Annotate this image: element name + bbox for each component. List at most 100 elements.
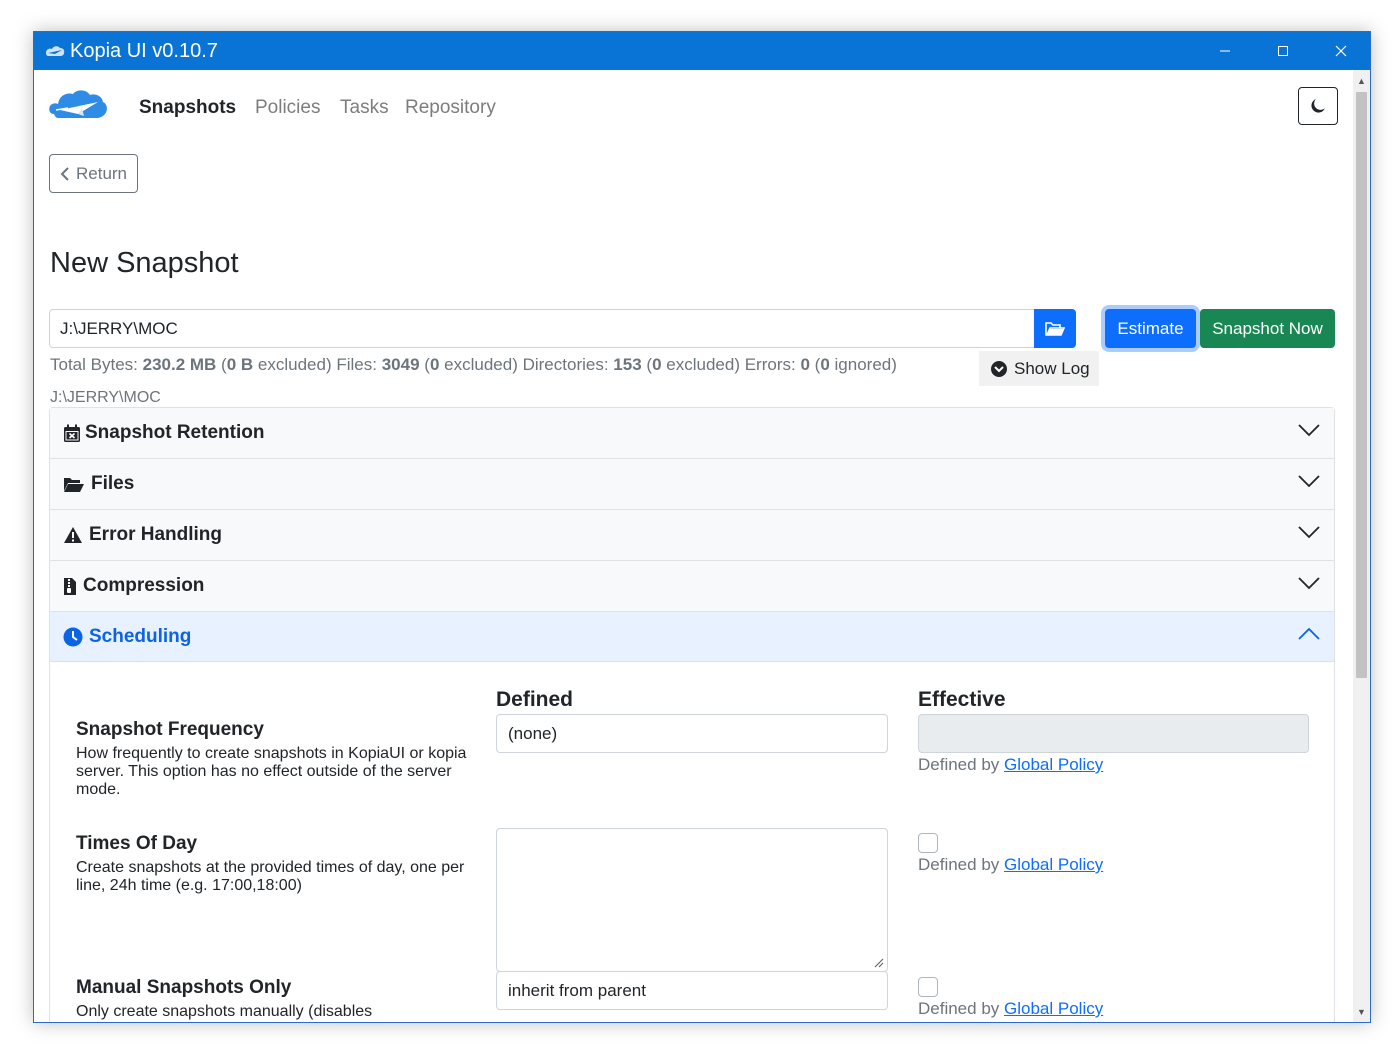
scroll-up-icon[interactable]: ▲ [1353,72,1370,89]
navbar: Snapshots Policies Tasks Repository [34,70,1353,144]
scheduling-panel: Defined Effective Snapshot Frequency How… [50,662,1334,1022]
snapshot-frequency-description: How frequently to create snapshots in Ko… [76,745,467,798]
files-label: Files: [336,355,377,374]
manual-snapshots-title: Manual Snapshots Only [76,977,292,998]
errors-value: 0 [800,355,810,374]
nav-tasks[interactable]: Tasks [340,97,389,119]
times-of-day-checkbox[interactable] [918,833,938,853]
folder-open-icon [1045,321,1065,336]
manual-snapshots-select[interactable]: inherit from parent [496,971,888,1010]
bytes-excluded-value: 0 B [226,355,254,374]
total-bytes-value: 230.2 MB [142,355,217,374]
scroll-thumb[interactable] [1356,92,1367,678]
accordion-files[interactable]: Files [50,459,1334,510]
chevron-down-icon [1298,475,1320,488]
file-zip-icon [63,577,83,596]
snapshot-frequency-defined-by: Defined by Global Policy [918,755,1103,775]
chevron-down-icon [1298,424,1320,437]
return-button[interactable]: Return [49,154,138,193]
accordion-title: Snapshot Retention [85,422,265,443]
estimate-button[interactable]: Estimate [1105,309,1196,348]
nav-snapshots[interactable]: Snapshots [139,97,236,119]
theme-toggle-button[interactable] [1298,87,1338,125]
snapshot-frequency-title: Snapshot Frequency [76,719,264,740]
kopia-logo-icon[interactable] [48,86,108,126]
errors-label: Errors: [744,355,796,374]
minimize-icon [1220,50,1230,52]
close-button[interactable] [1312,32,1370,70]
minimize-button[interactable] [1196,32,1254,70]
nav-policies[interactable]: Policies [255,97,320,119]
kopia-app-icon [46,46,65,56]
snapshot-frequency-effective [918,714,1309,753]
errors-ignored-value: 0 [820,355,830,374]
manual-snapshots-defined-by: Defined by Global Policy [918,999,1103,1019]
chevron-circle-down-icon [991,360,1007,377]
global-policy-link[interactable]: Global Policy [1004,999,1103,1018]
defined-column-header: Defined [496,688,574,711]
page-title: New Snapshot [50,247,239,279]
path-input[interactable] [49,309,1035,348]
snapshot-frequency-select[interactable]: (none) [496,714,888,753]
resize-handle-icon[interactable] [874,958,884,968]
vertical-scrollbar[interactable]: ▲ ▼ [1353,70,1370,1022]
policy-accordion: Snapshot Retention Files Error Handling … [49,407,1335,1022]
manual-snapshots-description: Only create snapshots manually (disables… [76,1003,373,1022]
manual-snapshots-checkbox[interactable] [918,977,938,997]
return-label: Return [75,163,128,183]
calendar-x-icon [63,424,85,443]
folder-open-icon [63,476,91,493]
maximize-icon [1278,46,1288,56]
moon-icon [1311,99,1325,113]
window-title: Kopia UI v0.10.7 [70,39,218,62]
accordion-title: Error Handling [89,524,223,545]
times-of-day-defined-by: Defined by Global Policy [918,855,1103,875]
times-of-day-textarea[interactable] [496,828,888,972]
excluded-word: excluded [444,355,513,374]
browse-folder-button[interactable] [1034,309,1076,348]
chevron-down-icon [1298,526,1320,539]
accordion-compression[interactable]: Compression [50,561,1334,612]
scroll-down-icon[interactable]: ▼ [1353,1003,1370,1020]
accordion-snapshot-retention[interactable]: Snapshot Retention [50,408,1334,459]
directories-label: Directories: [522,355,609,374]
times-of-day-title: Times Of Day [76,833,198,854]
window-controls [1196,32,1370,70]
warning-icon [63,526,89,544]
accordion-error-handling[interactable]: Error Handling [50,510,1334,561]
nav-repository[interactable]: Repository [405,97,496,119]
defined-by-text: Defined by [918,999,1000,1018]
policy-path-label: J:\JERRY\MOC [50,389,161,406]
app-window: Kopia UI v0.10.7 Snapshots Policies Task… [33,31,1371,1023]
snapshot-now-button[interactable]: Snapshot Now [1200,309,1335,348]
title-bar: Kopia UI v0.10.7 [34,32,1370,70]
chevron-down-icon [1298,577,1320,590]
maximize-button[interactable] [1254,32,1312,70]
accordion-title: Compression [83,575,205,596]
defined-by-text: Defined by [918,755,1000,774]
global-policy-link[interactable]: Global Policy [1004,855,1103,874]
close-icon [1335,45,1347,57]
global-policy-link[interactable]: Global Policy [1004,755,1103,774]
files-excluded-value: 0 [429,355,440,374]
directories-excluded-value: 0 [652,355,662,374]
defined-by-text: Defined by [918,855,1000,874]
times-of-day-description: Create snapshots at the provided times o… [76,859,465,894]
files-value: 3049 [381,355,420,374]
accordion-title: Files [91,473,135,494]
excluded-word: excluded [666,355,735,374]
accordion-title: Scheduling [89,625,192,647]
accordion-scheduling[interactable]: Scheduling [50,612,1334,662]
chevron-up-icon [1298,627,1320,640]
chevron-left-icon [60,166,69,181]
total-bytes-label: Total Bytes: [50,355,138,374]
main-content: Snapshots Policies Tasks Repository Retu… [34,70,1353,1022]
show-log-label: Show Log [1014,358,1090,378]
clock-icon [63,627,89,647]
estimate-stats: Total Bytes: 230.2 MB (0 B excluded) Fil… [50,355,897,374]
effective-column-header: Effective [918,688,1006,711]
ignored-word: ignored [834,355,892,374]
excluded-word: excluded [257,355,326,374]
directories-value: 153 [613,355,642,374]
show-log-button[interactable]: Show Log [979,351,1099,386]
